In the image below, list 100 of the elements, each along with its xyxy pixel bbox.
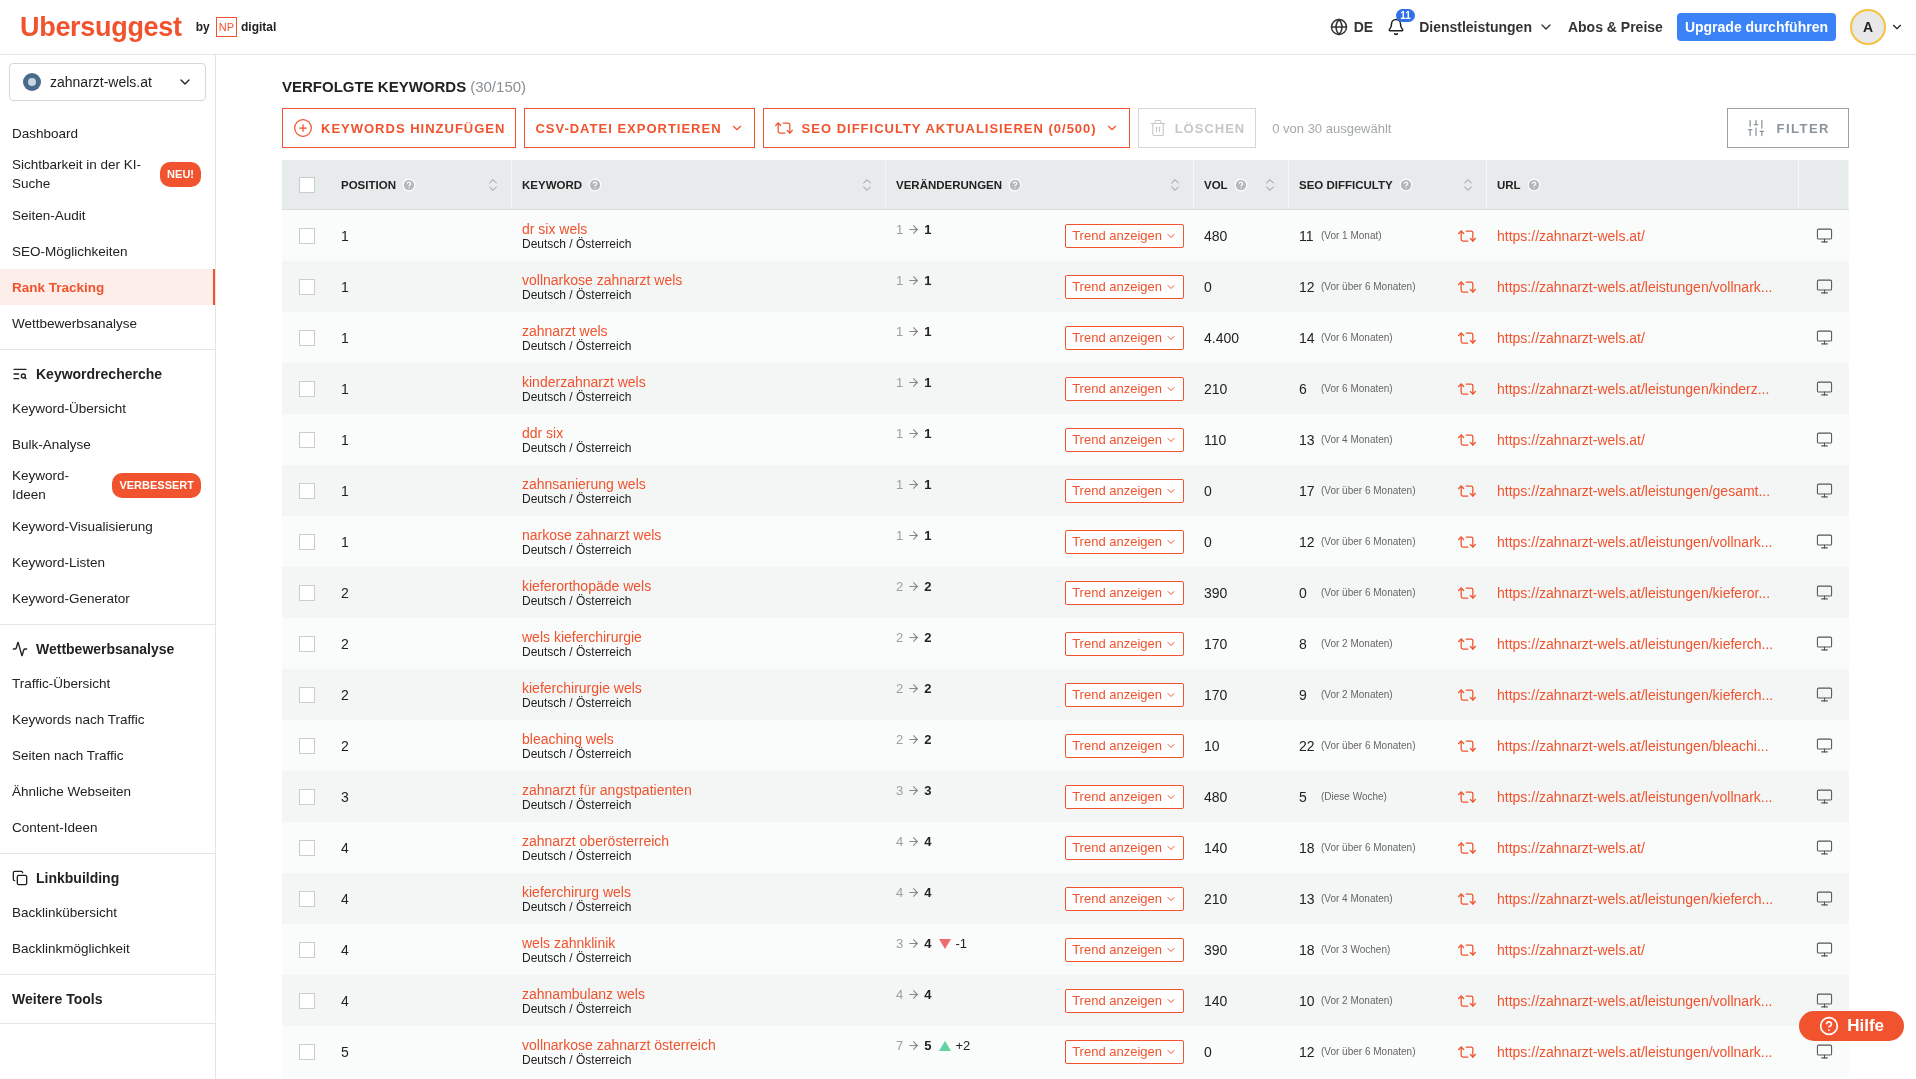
volume: 210	[1204, 890, 1228, 907]
trend-button[interactable]: Trend anzeigen	[1065, 580, 1184, 605]
sidebar-item[interactable]: Content-Ideen	[0, 809, 215, 845]
sidebar-item[interactable]: Backlinkmöglichkeit	[0, 930, 215, 966]
position: 5	[341, 1043, 349, 1060]
trend-button[interactable]: Trend anzeigen	[1065, 784, 1184, 809]
url-link[interactable]: https://zahnarzt-wels.at/leistungen/kieferor...	[1497, 584, 1771, 601]
url-link[interactable]: https://zahnarzt-wels.at/leistungen/vollnark...	[1497, 1043, 1773, 1060]
trend-button[interactable]: Trend anzeigen	[1065, 988, 1184, 1013]
sidebar-item[interactable]: Keyword-Listen	[0, 544, 215, 580]
sidebar-item[interactable]: Keywords nach Traffic	[0, 701, 215, 737]
url-link[interactable]: https://zahnarzt-wels.at/	[1497, 839, 1645, 856]
url-link[interactable]: https://zahnarzt-wels.at/leistungen/vollnark...	[1497, 992, 1773, 1009]
keyword-link[interactable]: zahnsanierung wels	[522, 475, 876, 492]
pricing-link[interactable]: Abos & Preise	[1567, 19, 1663, 35]
trend-button[interactable]: Trend anzeigen	[1065, 529, 1184, 554]
trend-button[interactable]: Trend anzeigen	[1065, 427, 1184, 452]
keyword-link[interactable]: kieferorthopäde wels	[522, 577, 876, 594]
trend-button[interactable]: Trend anzeigen	[1065, 886, 1184, 911]
keyword-link[interactable]: wels kieferchirurgie	[522, 628, 876, 645]
seo-difficulty: 12	[1299, 1043, 1316, 1060]
current-position: 1	[924, 375, 932, 390]
sidebar-item[interactable]: Sichtbarkeit in der KI-Suche NEU!	[0, 151, 215, 197]
sidebar-item[interactable]: Seiten-Audit	[0, 197, 215, 233]
sidebar-item[interactable]: SEO-Möglichkeiten	[0, 233, 215, 269]
sidebar-item[interactable]: Backlinkübersicht	[0, 894, 215, 930]
sidebar-item[interactable]: Keyword-Visualisierung	[0, 508, 215, 544]
keyword-link[interactable]: zahnambulanz wels	[522, 985, 876, 1002]
keyword-link[interactable]: kieferchirurgie wels	[522, 679, 876, 696]
keyword-link[interactable]: zahnarzt wels	[522, 322, 876, 339]
sidebar-item[interactable]: Keyword-Ideen VERBESSERT	[0, 462, 215, 508]
trend-button[interactable]: Trend anzeigen	[1065, 682, 1184, 707]
sidebar-item[interactable]: Ähnliche Webseiten	[0, 773, 215, 809]
refresh-button[interactable]: SEO DIFFICULTY AKTUALISIEREN (0/500)	[762, 108, 1130, 148]
services-menu[interactable]: Dienstleistungen	[1419, 19, 1554, 35]
url-link[interactable]: https://zahnarzt-wels.at/leistungen/kinderz...	[1497, 380, 1770, 397]
difficulty-date: (Vor 1 Monat)	[1321, 230, 1383, 241]
difficulty-date: (Vor über 6 Monaten)	[1321, 281, 1417, 292]
keyword-link[interactable]: narkose zahnarzt wels	[522, 526, 876, 543]
previous-position: 1	[896, 375, 904, 390]
help-button[interactable]: Hilfe	[1799, 1011, 1904, 1041]
url-link[interactable]: https://zahnarzt-wels.at/leistungen/vollnark...	[1497, 533, 1773, 550]
url-link[interactable]: https://zahnarzt-wels.at/leistungen/kieferch...	[1497, 635, 1774, 652]
volume: 210	[1204, 380, 1228, 397]
trend-button[interactable]: Trend anzeigen	[1065, 937, 1184, 962]
trend-button[interactable]: Trend anzeigen	[1065, 376, 1184, 401]
url-link[interactable]: https://zahnarzt-wels.at/leistungen/gesamt...	[1497, 482, 1771, 499]
url-link[interactable]: https://zahnarzt-wels.at/leistungen/vollnark...	[1497, 278, 1773, 295]
sidebar-item[interactable]: Rank Tracking	[0, 269, 215, 305]
avatar[interactable]: A	[1850, 9, 1886, 45]
keyword-link[interactable]: vollnarkose zahnarzt österreich	[522, 1036, 876, 1053]
language-button[interactable]: DE	[1329, 18, 1374, 36]
position: 3	[341, 788, 349, 805]
keyword-link[interactable]: wels zahnklinik	[522, 934, 876, 951]
trend-button[interactable]: Trend anzeigen	[1065, 631, 1184, 656]
sidebar-item[interactable]: Keyword-Übersicht	[0, 390, 215, 426]
keyword-link[interactable]: vollnarkose zahnarzt wels	[522, 271, 876, 288]
url-link[interactable]: https://zahnarzt-wels.at/leistungen/kieferch...	[1497, 686, 1774, 703]
sidebar-item[interactable]: Keyword-Generator	[0, 580, 215, 616]
locale: Deutsch / Österreich	[522, 542, 633, 557]
volume: 140	[1204, 992, 1228, 1009]
url-link[interactable]: https://zahnarzt-wels.at/	[1497, 227, 1645, 244]
trend-button[interactable]: Trend anzeigen	[1065, 733, 1184, 758]
trend-button[interactable]: Trend anzeigen	[1065, 478, 1184, 503]
locale: Deutsch / Österreich	[522, 746, 633, 761]
seo-difficulty: 11	[1299, 227, 1315, 244]
volume: 390	[1204, 584, 1228, 601]
sidebar-item[interactable]: Seiten nach Traffic	[0, 737, 215, 773]
url-link[interactable]: https://zahnarzt-wels.at/	[1497, 941, 1645, 958]
add-button[interactable]: KEYWORDS HINZUFÜGEN	[282, 108, 517, 148]
trend-button[interactable]: Trend anzeigen	[1065, 325, 1184, 350]
trend-button[interactable]: Trend anzeigen	[1065, 835, 1184, 860]
keyword-link[interactable]: zahnarzt für angstpatienten	[522, 781, 876, 798]
sidebar-item[interactable]: Dashboard	[0, 115, 215, 151]
keyword-link[interactable]: kieferchirurg wels	[522, 883, 876, 900]
seo-difficulty: 5	[1299, 788, 1308, 805]
trend-button[interactable]: Trend anzeigen	[1065, 223, 1184, 248]
volume: 170	[1204, 635, 1228, 652]
sidebar-item[interactable]: Bulk-Analyse	[0, 426, 215, 462]
volume: 480	[1204, 227, 1228, 244]
sidebar-item[interactable]: Wettbewerbsanalyse	[0, 305, 215, 341]
url-link[interactable]: https://zahnarzt-wels.at/leistungen/vollnark...	[1497, 788, 1773, 805]
url-link[interactable]: https://zahnarzt-wels.at/	[1497, 431, 1645, 448]
keyword-link[interactable]: dr six wels	[522, 220, 876, 237]
sidebar-item[interactable]: Traffic-Übersicht	[0, 665, 215, 701]
keyword-link[interactable]: ddr six	[522, 424, 876, 441]
url-link[interactable]: https://zahnarzt-wels.at/leistungen/bleachi...	[1497, 737, 1769, 754]
seo-difficulty: 18	[1299, 941, 1316, 958]
project-selector[interactable]: zahnarzt-wels.at	[9, 63, 206, 101]
filter-button[interactable]: FILTER	[1727, 108, 1849, 148]
trend-button[interactable]: Trend anzeigen	[1065, 274, 1184, 299]
export-button[interactable]: CSV-DATEI EXPORTIEREN	[524, 108, 755, 148]
keyword-link[interactable]: bleaching wels	[522, 730, 876, 747]
trend-button[interactable]: Trend anzeigen	[1065, 1039, 1184, 1064]
current-position: 2	[924, 630, 932, 645]
upgrade-button[interactable]: Upgrade durchführen	[1676, 13, 1836, 41]
keyword-link[interactable]: kinderzahnarzt wels	[522, 373, 876, 390]
keyword-link[interactable]: zahnarzt oberösterreich	[522, 832, 876, 849]
url-link[interactable]: https://zahnarzt-wels.at/leistungen/kieferch...	[1497, 890, 1774, 907]
url-link[interactable]: https://zahnarzt-wels.at/	[1497, 329, 1645, 346]
